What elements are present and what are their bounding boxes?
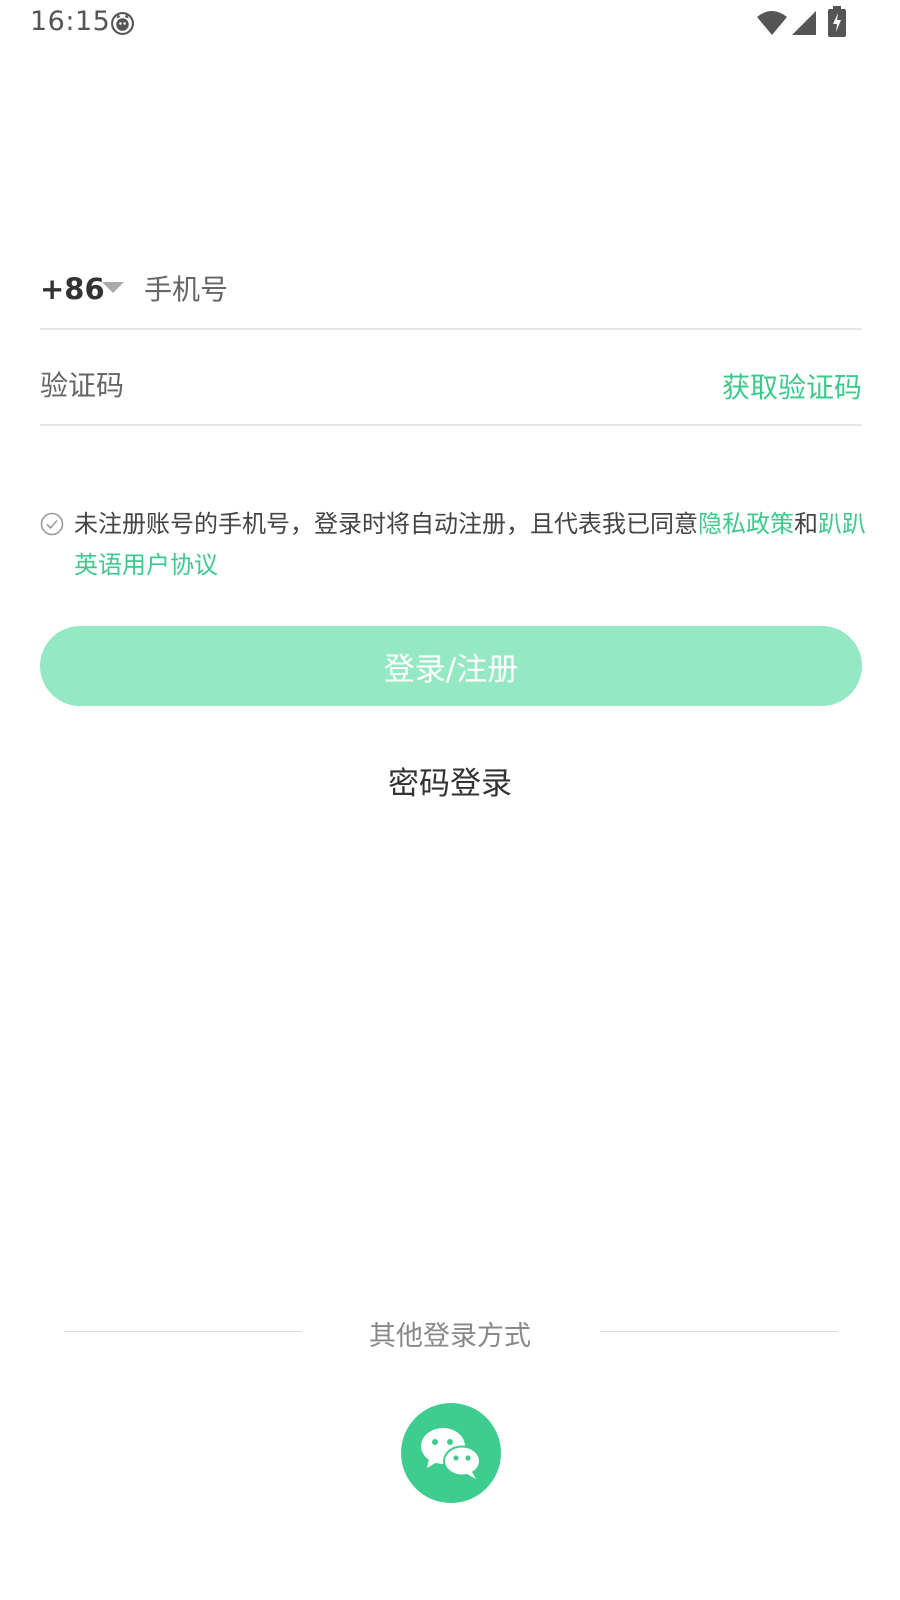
- check-circle-icon[interactable]: [40, 512, 64, 536]
- agreement-text: 未注册账号的手机号，登录时将自动注册，且代表我已同意隐私政策和趴趴英语用户协议: [74, 504, 874, 586]
- country-code-selector[interactable]: +86: [40, 272, 105, 306]
- password-login-link[interactable]: 密码登录: [0, 758, 900, 803]
- battery-charging-icon: [828, 6, 846, 37]
- wechat-login-button[interactable]: [401, 1403, 501, 1503]
- wechat-icon: [421, 1428, 481, 1479]
- phone-input[interactable]: [144, 264, 844, 314]
- login-register-button[interactable]: 登录/注册: [40, 626, 862, 706]
- phone-row: +86: [40, 258, 862, 330]
- get-code-button[interactable]: 获取验证码: [722, 366, 862, 406]
- wifi-icon: [757, 11, 787, 35]
- verification-row: 获取验证码: [40, 352, 862, 426]
- agreement-conjunction: 和: [794, 510, 818, 538]
- status-bar: 16:15: [0, 0, 900, 48]
- status-time: 16:15: [30, 6, 111, 37]
- other-login-label: 其他登录方式: [369, 1321, 531, 1352]
- cat-face-icon: [111, 12, 134, 35]
- verification-code-input[interactable]: [40, 360, 600, 410]
- cell-signal-icon: [792, 11, 816, 35]
- divider-right: [600, 1331, 838, 1332]
- privacy-policy-link[interactable]: 隐私政策: [698, 510, 794, 538]
- caret-down-icon[interactable]: [102, 280, 124, 294]
- agreement-prefix: 未注册账号的手机号，登录时将自动注册，且代表我已同意: [74, 510, 698, 538]
